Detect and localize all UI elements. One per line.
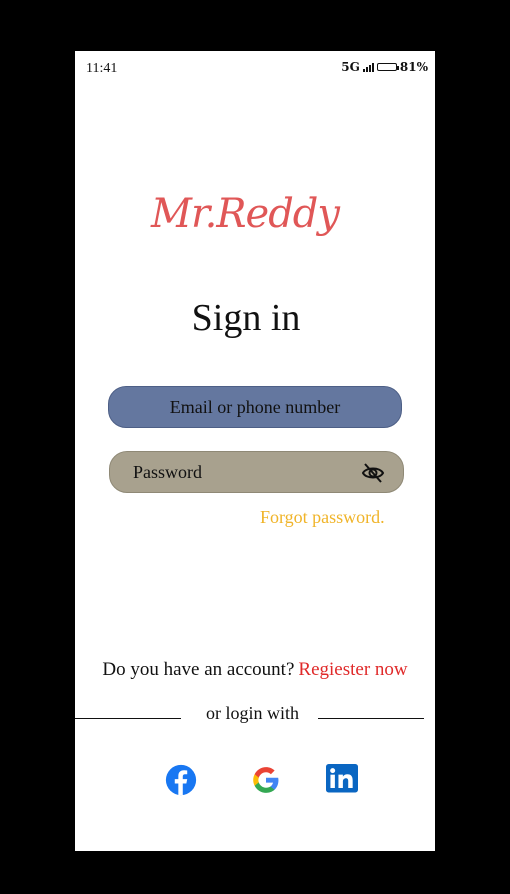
account-question: Do you have an account? — [102, 659, 295, 680]
page-title: Sign in — [191, 297, 301, 339]
status-indicators: 5G 81% — [341, 60, 428, 74]
battery-percent: 81% — [399, 60, 428, 74]
phone-screen: 11:41 5G 81% Mr.Reddy Sign in Email or p… — [75, 51, 435, 851]
signal-icon — [362, 62, 374, 72]
password-field[interactable]: Password — [109, 451, 404, 493]
divider-right — [318, 718, 424, 719]
battery-icon — [376, 63, 399, 71]
status-bar: 11:41 5G 81% — [75, 51, 435, 87]
brand-logo: Mr.Reddy — [151, 191, 340, 237]
network-label: 5G — [341, 60, 360, 74]
or-login-label: or login with — [206, 703, 299, 723]
register-prompt: Do you have an account? Regiester now — [75, 659, 435, 681]
facebook-icon[interactable] — [163, 764, 199, 796]
forgot-password-link[interactable]: Forgot password. — [260, 507, 385, 528]
password-placeholder: Password — [133, 462, 203, 482]
register-link[interactable]: Regiester now — [298, 659, 407, 680]
linkedin-icon[interactable] — [324, 764, 360, 796]
email-field[interactable]: Email or phone number — [108, 386, 402, 428]
email-placeholder: Email or phone number — [169, 396, 341, 417]
status-time: 11:41 — [86, 61, 118, 76]
eye-off-icon[interactable] — [361, 461, 385, 485]
google-icon[interactable] — [248, 764, 284, 796]
